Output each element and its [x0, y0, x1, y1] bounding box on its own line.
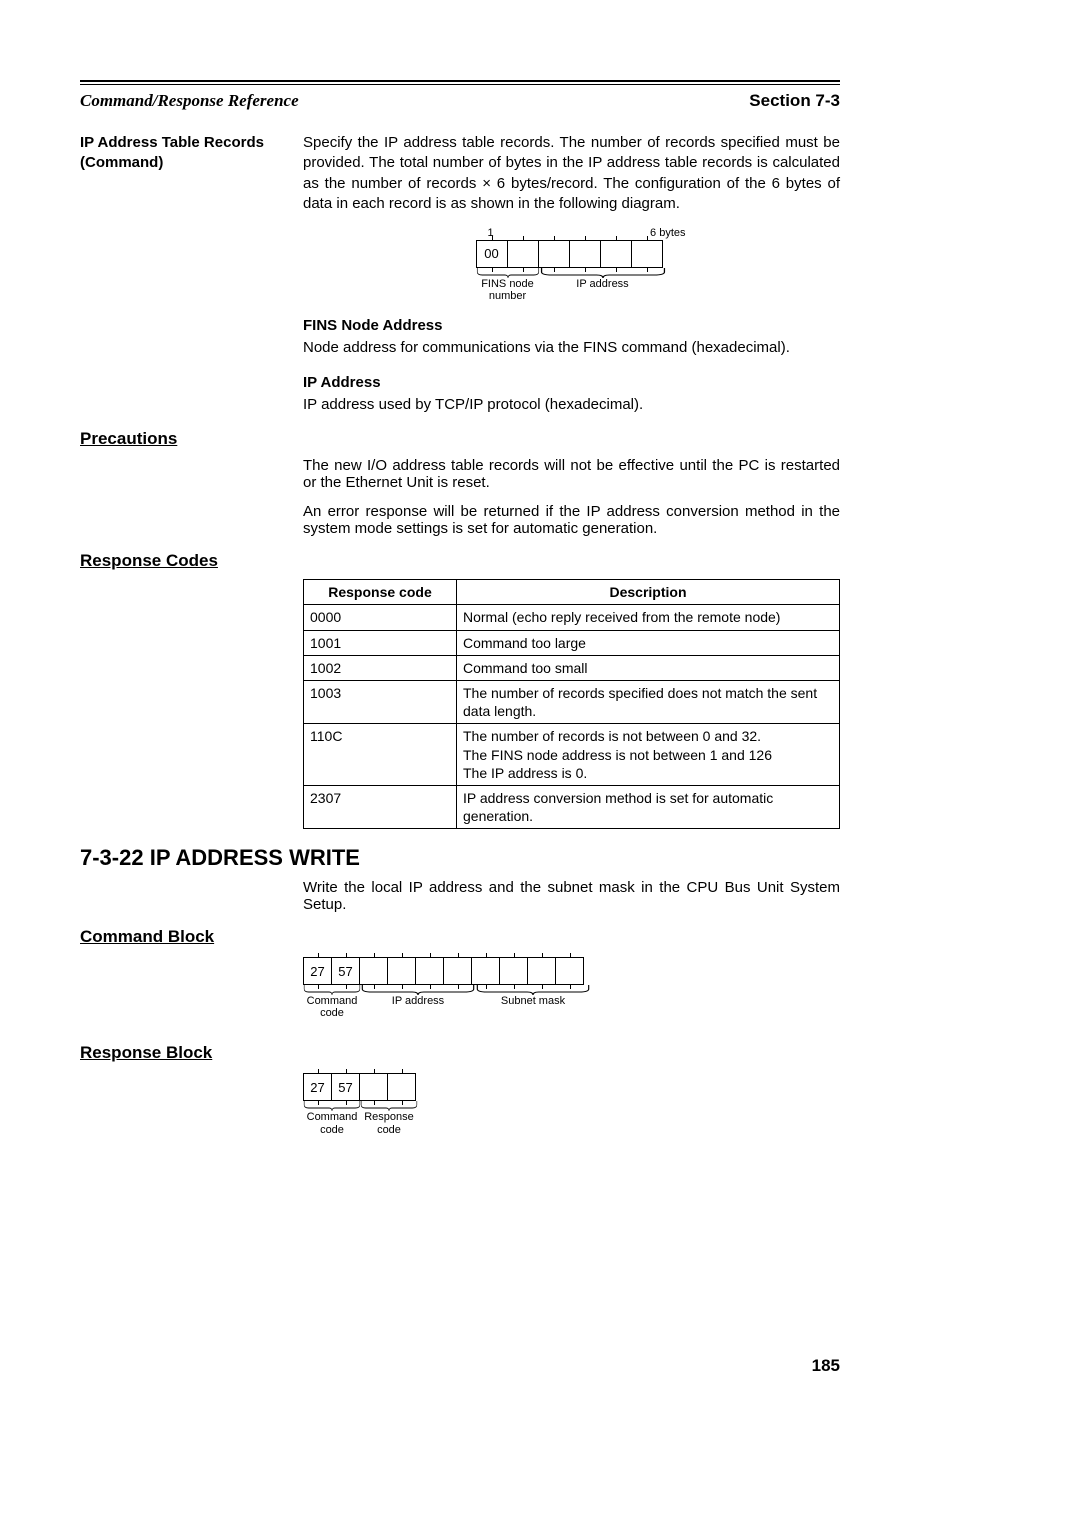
table-row: 110CThe number of records is not between… [304, 724, 840, 786]
d1-byte-0: 00 [476, 240, 508, 268]
cb-b1: 57 [331, 957, 360, 985]
code-cell: 1001 [304, 630, 457, 655]
rb-b0: 27 [303, 1073, 332, 1101]
rb-b2 [359, 1073, 388, 1101]
ip-address-write-body: Write the local IP address and the subne… [303, 879, 840, 913]
ip-address-heading: IP Address [303, 373, 840, 393]
d1-byte-3 [569, 240, 601, 268]
cb-b6 [471, 957, 500, 985]
cb-br-sm: Subnet mask [475, 985, 591, 1019]
d1-byte-5 [631, 240, 663, 268]
d1-byte-2 [538, 240, 570, 268]
ip-table-records-text: Specify the IP address table records. Th… [303, 133, 840, 214]
rb-b3 [387, 1073, 416, 1101]
rule-top-thin [80, 84, 840, 85]
code-cell: 1003 [304, 680, 457, 723]
response-block-body: 27 57 Command code Response code [303, 1073, 840, 1135]
cb-b7 [499, 957, 528, 985]
rule-top-thick [80, 80, 840, 82]
header-right: Section 7-3 [749, 91, 840, 111]
desc-cell: The number of records is not between 0 a… [457, 724, 840, 786]
cb-b9 [555, 957, 584, 985]
ip-address-body: IP address used by TCP/IP protocol (hexa… [303, 395, 840, 415]
ip-table-records-block: IP Address Table Records (Command) Speci… [80, 133, 840, 415]
fins-node-body: Node address for communications via the … [303, 338, 840, 358]
cb-b4 [415, 957, 444, 985]
d1-byte-1 [507, 240, 539, 268]
code-cell: 110C [304, 724, 457, 786]
cb-br-cmd: Command code [303, 985, 361, 1019]
ip-address-write-heading: 7-3-22 IP ADDRESS WRITE [80, 845, 840, 871]
desc-cell: Command too small [457, 655, 840, 680]
six-byte-diagram: 1 6 bytes 00 FINS node number IP address [476, 226, 668, 302]
response-codes-table: Response code Description 0000Normal (ec… [303, 579, 840, 829]
header-left: Command/Response Reference [80, 91, 299, 111]
cb-b8 [527, 957, 556, 985]
precautions-p1: The new I/O address table records will n… [303, 457, 840, 491]
fins-node-heading: FINS Node Address [303, 316, 840, 336]
cb-b3 [387, 957, 416, 985]
d1-bracket-ip: IP address [539, 268, 667, 302]
table-row: 1003The number of records specified does… [304, 680, 840, 723]
table-row: 2307IP address conversion method is set … [304, 785, 840, 828]
rb-b1: 57 [331, 1073, 360, 1101]
desc-cell: Normal (echo reply received from the rem… [457, 605, 840, 630]
table-row: 1001Command too large [304, 630, 840, 655]
precautions-p2: An error response will be returned if th… [303, 503, 840, 537]
command-block-body: 27 57 Command code IP address Subnet mas… [303, 957, 840, 1019]
page-number: 185 [80, 1356, 840, 1376]
cb-b2 [359, 957, 388, 985]
code-cell: 2307 [304, 785, 457, 828]
th-code: Response code [304, 580, 457, 605]
cb-br-ip: IP address [360, 985, 476, 1019]
code-cell: 1002 [304, 655, 457, 680]
response-block-diagram: 27 57 Command code Response code [303, 1073, 419, 1135]
ip-table-records-body: Specify the IP address table records. Th… [303, 133, 840, 415]
response-codes-heading: Response Codes [80, 551, 840, 571]
rb-br-cmd: Command code [303, 1101, 361, 1135]
page-header: Command/Response Reference Section 7-3 [80, 91, 840, 111]
desc-cell: Command too large [457, 630, 840, 655]
desc-cell: The number of records specified does not… [457, 680, 840, 723]
command-block-diagram: 27 57 Command code IP address Subnet mas… [303, 957, 593, 1019]
code-cell: 0000 [304, 605, 457, 630]
rb-br-resp: Response code [360, 1101, 418, 1135]
precautions-heading: Precautions [80, 429, 840, 449]
command-block-heading: Command Block [80, 927, 840, 947]
precautions-body: The new I/O address table records will n… [303, 457, 840, 537]
ip-table-records-label: IP Address Table Records (Command) [80, 133, 285, 415]
th-desc: Description [457, 580, 840, 605]
d1-label-6bytes: 6 bytes [650, 226, 685, 241]
response-codes-body: Response code Description 0000Normal (ec… [303, 579, 840, 829]
desc-cell: IP address conversion method is set for … [457, 785, 840, 828]
cb-b0: 27 [303, 957, 332, 985]
d1-byte-4 [600, 240, 632, 268]
table-row: 0000Normal (echo reply received from the… [304, 605, 840, 630]
cb-b5 [443, 957, 472, 985]
response-block-heading: Response Block [80, 1043, 840, 1063]
table-row: 1002Command too small [304, 655, 840, 680]
d1-bracket-fins: FINS node number [476, 268, 540, 302]
